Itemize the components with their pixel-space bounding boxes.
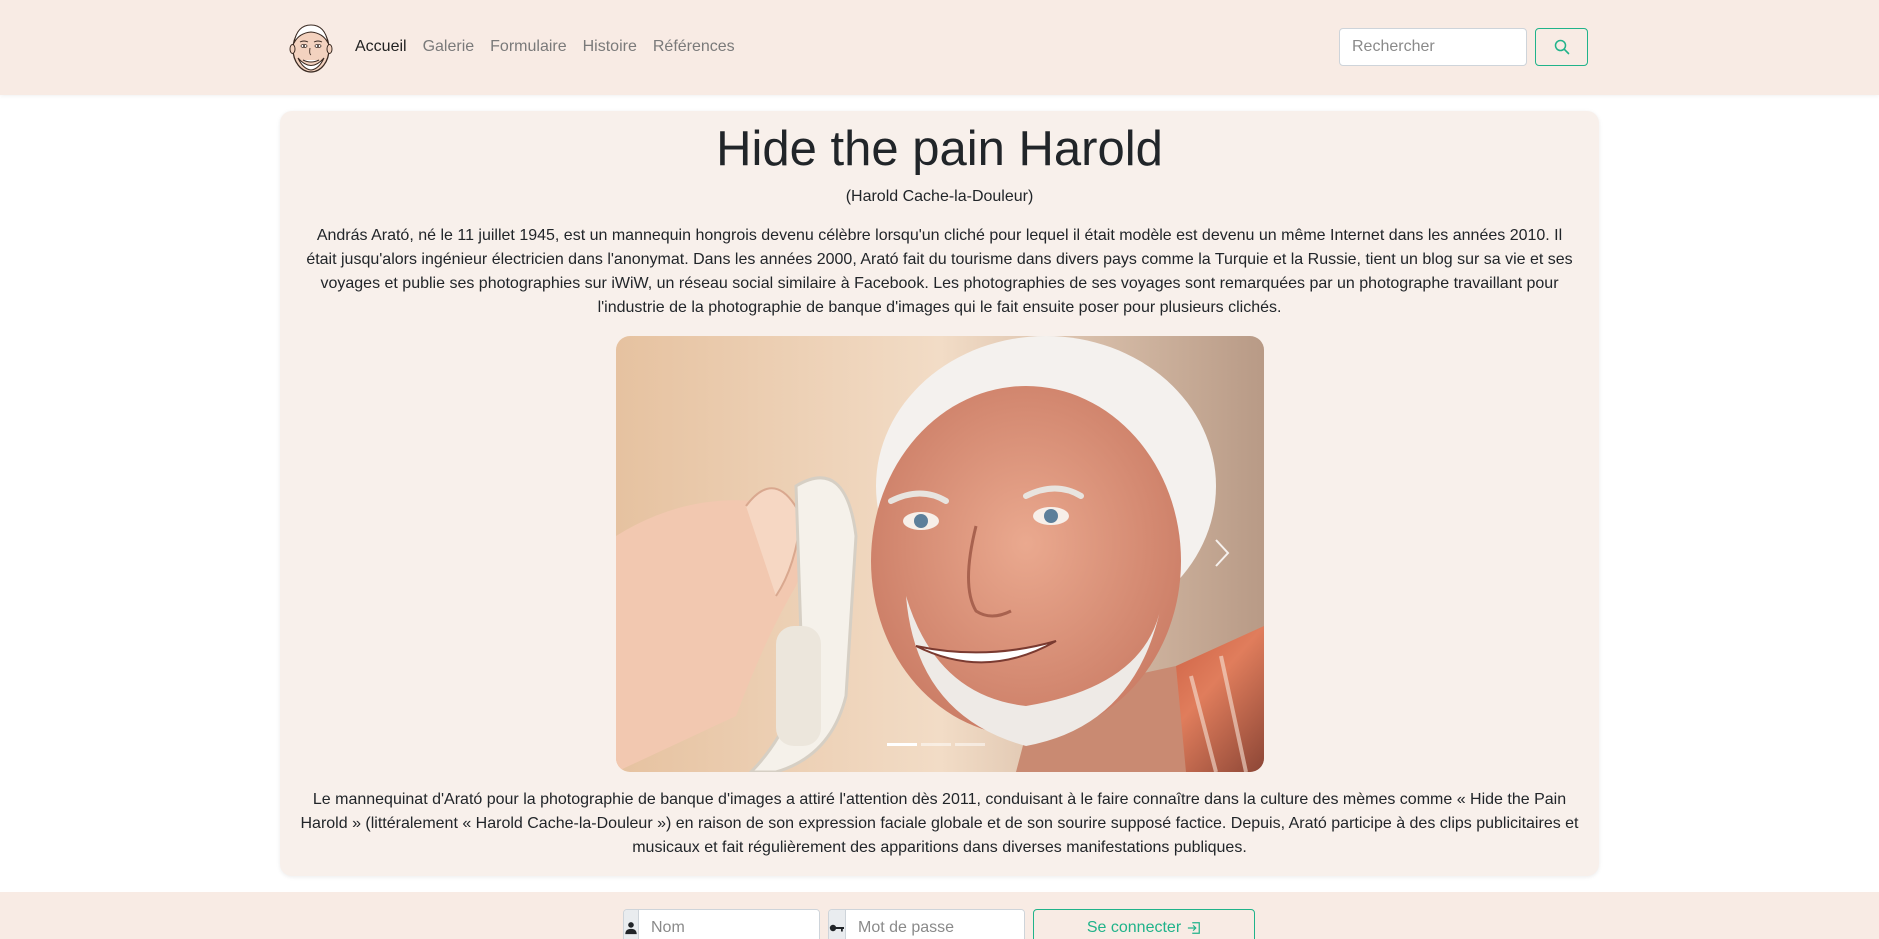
page-title: Hide the pain Harold: [716, 122, 1163, 176]
search-button[interactable]: [1535, 28, 1588, 66]
search-input[interactable]: [1339, 28, 1527, 66]
harold-photo: [616, 336, 1264, 772]
carousel-indicator-2[interactable]: [921, 743, 951, 746]
password-input[interactable]: [846, 910, 1024, 939]
key-icon: [829, 924, 844, 932]
carousel-indicators: [887, 743, 985, 746]
name-input-group: [623, 909, 820, 939]
nav-link-formulaire[interactable]: Formulaire: [490, 36, 566, 58]
login-button-label: Se connecter: [1086, 919, 1182, 936]
person-icon: [625, 922, 637, 935]
image-carousel[interactable]: [616, 336, 1264, 772]
box-arrow-in-right-icon: [1188, 922, 1201, 934]
carousel-indicator-3[interactable]: [955, 743, 985, 746]
login-button[interactable]: Se connecter: [1033, 909, 1255, 939]
name-input[interactable]: [639, 910, 819, 939]
page-subtitle: (Harold Cache-la-Douleur): [845, 188, 1034, 205]
nav-link-accueil[interactable]: Accueil: [355, 36, 407, 58]
carousel-indicator-1[interactable]: [887, 743, 917, 746]
navbar: Accueil Galerie Formulaire Histoire Réfé…: [0, 0, 1879, 95]
password-input-group: [828, 909, 1025, 939]
outro-paragraph: Le mannequinat d'Arató pour la photograp…: [300, 791, 1579, 856]
nav-link-references[interactable]: Références: [653, 36, 735, 58]
nav-link-histoire[interactable]: Histoire: [583, 36, 637, 58]
nav-links: Accueil Galerie Formulaire Histoire Réfé…: [355, 36, 751, 58]
key-icon-addon: [829, 910, 846, 939]
person-icon-addon: [624, 910, 639, 939]
intro-paragraph: András Arató, né le 11 juillet 1945, est…: [306, 227, 1573, 316]
search-icon: [1554, 39, 1569, 55]
harold-logo-icon[interactable]: [289, 19, 333, 75]
carousel-next-button[interactable]: [1210, 536, 1234, 570]
nav-link-galerie[interactable]: Galerie: [423, 36, 475, 58]
chevron-right-icon: [1215, 539, 1230, 567]
